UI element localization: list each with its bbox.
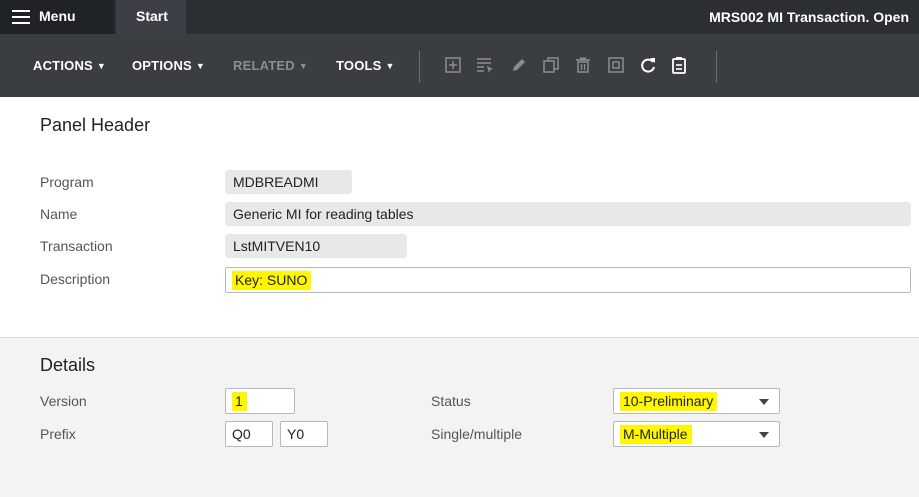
version-value: 1 [232, 392, 247, 411]
status-value: 10-Preliminary [620, 392, 718, 411]
transaction-label: Transaction [40, 238, 113, 254]
toolbar: ACTIONS ▼ OPTIONS ▼ RELATED ▼ TOOLS ▼ [0, 34, 919, 97]
details-section [0, 337, 919, 497]
menu-button[interactable]: Menu [0, 0, 114, 34]
prefix-label: Prefix [40, 426, 76, 442]
tab-start[interactable]: Start [116, 0, 186, 34]
chevron-down-icon [759, 432, 769, 438]
version-input[interactable]: 1 [225, 388, 295, 414]
version-label: Version [40, 393, 87, 409]
options-menu[interactable]: OPTIONS ▼ [132, 58, 205, 73]
top-bar: Menu Start MRS002 MI Transaction. Open [0, 0, 919, 34]
description-label: Description [40, 271, 111, 287]
tools-menu[interactable]: TOOLS ▼ [336, 58, 395, 73]
single-multiple-label: Single/multiple [431, 426, 523, 442]
details-title: Details [40, 355, 96, 375]
chevron-down-icon: ▼ [195, 61, 206, 71]
related-menu[interactable]: RELATED ▼ [233, 58, 308, 73]
name-label: Name [40, 206, 78, 222]
window-title: MRS002 MI Transaction. Open [709, 9, 909, 25]
copy-icon[interactable] [542, 56, 560, 74]
panel-header-title: Panel Header [40, 115, 151, 135]
chevron-down-icon: ▼ [385, 61, 395, 71]
related-label: RELATED [233, 58, 295, 73]
prefix-input-1[interactable]: Q0 [225, 421, 273, 447]
chevron-down-icon: ▼ [96, 61, 107, 71]
actions-label: ACTIONS [33, 58, 93, 73]
options-label: OPTIONS [132, 58, 192, 73]
description-input[interactable]: Key: SUNO [225, 267, 911, 293]
refresh-icon[interactable] [639, 56, 657, 74]
actions-menu[interactable]: ACTIONS ▼ [33, 58, 106, 73]
single-multiple-select[interactable]: M-Multiple [613, 421, 780, 447]
chevron-down-icon [759, 399, 769, 405]
chevron-down-icon: ▼ [298, 61, 308, 71]
status-label: Status [431, 393, 471, 409]
hamburger-icon [12, 10, 30, 24]
name-field: Generic MI for reading tables [225, 202, 911, 226]
single-multiple-value: M-Multiple [620, 425, 692, 444]
filter-icon[interactable] [476, 56, 494, 74]
prefix-input-2[interactable]: Y0 [280, 421, 328, 447]
clipboard-icon[interactable] [670, 56, 688, 74]
transaction-field: LstMITVEN10 [225, 234, 407, 258]
menu-label: Menu [39, 8, 76, 24]
toolbar-divider [716, 51, 717, 83]
program-label: Program [40, 174, 94, 190]
tools-label: TOOLS [336, 58, 382, 73]
delete-icon[interactable] [574, 56, 592, 74]
toolbar-divider [419, 51, 420, 83]
edit-icon[interactable] [510, 56, 528, 74]
add-icon[interactable] [444, 56, 462, 74]
copy-page-icon[interactable] [607, 56, 625, 74]
status-select[interactable]: 10-Preliminary [613, 388, 780, 414]
description-value: Key: SUNO [232, 271, 312, 290]
program-field: MDBREADMI [225, 170, 352, 194]
